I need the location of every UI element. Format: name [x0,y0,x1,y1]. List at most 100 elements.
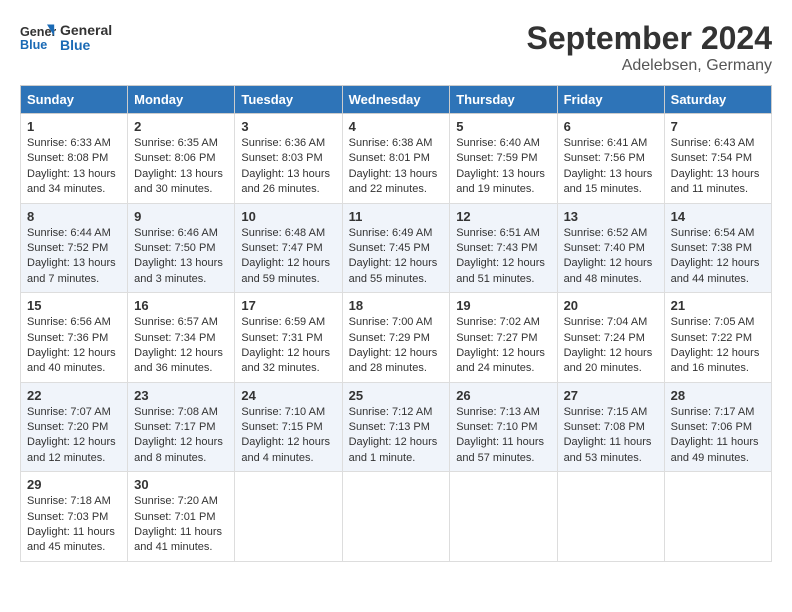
day-info: Sunrise: 6:57 AM Sunset: 7:34 PM Dayligh… [134,315,228,377]
daylight-text: Daylight: 13 hours and 15 minutes. [564,168,653,195]
sunset-text: Sunset: 7:10 PM [456,421,537,433]
sunset-text: Sunset: 7:54 PM [671,152,752,164]
daylight-text: Daylight: 12 hours and 24 minutes. [456,347,545,374]
sunset-text: Sunset: 8:01 PM [349,152,430,164]
day-info: Sunrise: 7:04 AM Sunset: 7:24 PM Dayligh… [564,315,658,377]
day-info: Sunrise: 7:15 AM Sunset: 7:08 PM Dayligh… [564,405,658,467]
daylight-text: Daylight: 12 hours and 4 minutes. [241,436,330,463]
day-info: Sunrise: 6:51 AM Sunset: 7:43 PM Dayligh… [456,226,550,288]
day-info: Sunrise: 6:43 AM Sunset: 7:54 PM Dayligh… [671,136,765,198]
day-number: 14 [671,209,765,224]
sunset-text: Sunset: 7:24 PM [564,332,645,344]
sunrise-text: Sunrise: 7:12 AM [349,406,433,418]
day-info: Sunrise: 7:12 AM Sunset: 7:13 PM Dayligh… [349,405,444,467]
day-number: 23 [134,388,228,403]
sunset-text: Sunset: 7:01 PM [134,511,215,523]
calendar-cell: 24 Sunrise: 7:10 AM Sunset: 7:15 PM Dayl… [235,382,342,472]
daylight-text: Daylight: 11 hours and 41 minutes. [134,526,222,553]
calendar-cell [450,472,557,562]
day-number: 25 [349,388,444,403]
sunrise-text: Sunrise: 6:44 AM [27,227,111,239]
day-number: 11 [349,209,444,224]
sunrise-text: Sunrise: 7:20 AM [134,495,218,507]
sunset-text: Sunset: 7:17 PM [134,421,215,433]
calendar-cell: 28 Sunrise: 7:17 AM Sunset: 7:06 PM Dayl… [664,382,771,472]
calendar-cell: 11 Sunrise: 6:49 AM Sunset: 7:45 PM Dayl… [342,203,450,293]
day-info: Sunrise: 6:49 AM Sunset: 7:45 PM Dayligh… [349,226,444,288]
sunrise-text: Sunrise: 7:07 AM [27,406,111,418]
sunrise-text: Sunrise: 6:57 AM [134,316,218,328]
day-info: Sunrise: 6:33 AM Sunset: 8:08 PM Dayligh… [27,136,121,198]
sunrise-text: Sunrise: 6:59 AM [241,316,325,328]
day-number: 29 [27,477,121,492]
day-info: Sunrise: 7:00 AM Sunset: 7:29 PM Dayligh… [349,315,444,377]
day-number: 18 [349,298,444,313]
day-number: 15 [27,298,121,313]
sunrise-text: Sunrise: 7:00 AM [349,316,433,328]
calendar-title-block: September 2024 Adelebsen, Germany [527,20,772,75]
daylight-text: Daylight: 12 hours and 55 minutes. [349,257,438,284]
day-number: 19 [456,298,550,313]
daylight-text: Daylight: 12 hours and 51 minutes. [456,257,545,284]
calendar-cell: 27 Sunrise: 7:15 AM Sunset: 7:08 PM Dayl… [557,382,664,472]
sunrise-text: Sunrise: 6:49 AM [349,227,433,239]
sunset-text: Sunset: 7:56 PM [564,152,645,164]
daylight-text: Daylight: 12 hours and 8 minutes. [134,436,223,463]
sunset-text: Sunset: 7:36 PM [27,332,108,344]
page-header: General Blue General Blue September 2024… [20,20,772,75]
calendar-week-row: 22 Sunrise: 7:07 AM Sunset: 7:20 PM Dayl… [21,382,772,472]
daylight-text: Daylight: 12 hours and 40 minutes. [27,347,116,374]
day-info: Sunrise: 6:41 AM Sunset: 7:56 PM Dayligh… [564,136,658,198]
sunrise-text: Sunrise: 7:04 AM [564,316,648,328]
day-info: Sunrise: 7:20 AM Sunset: 7:01 PM Dayligh… [134,494,228,556]
sunrise-text: Sunrise: 6:51 AM [456,227,540,239]
daylight-text: Daylight: 12 hours and 36 minutes. [134,347,223,374]
calendar-week-row: 1 Sunrise: 6:33 AM Sunset: 8:08 PM Dayli… [21,114,772,204]
sunrise-text: Sunrise: 7:02 AM [456,316,540,328]
day-number: 3 [241,119,335,134]
day-number: 12 [456,209,550,224]
sunset-text: Sunset: 7:34 PM [134,332,215,344]
calendar-cell: 25 Sunrise: 7:12 AM Sunset: 7:13 PM Dayl… [342,382,450,472]
sunrise-text: Sunrise: 7:05 AM [671,316,755,328]
day-info: Sunrise: 7:18 AM Sunset: 7:03 PM Dayligh… [27,494,121,556]
calendar-cell: 23 Sunrise: 7:08 AM Sunset: 7:17 PM Dayl… [128,382,235,472]
col-tuesday: Tuesday [235,86,342,114]
calendar-week-row: 29 Sunrise: 7:18 AM Sunset: 7:03 PM Dayl… [21,472,772,562]
daylight-text: Daylight: 12 hours and 20 minutes. [564,347,653,374]
day-number: 10 [241,209,335,224]
sunset-text: Sunset: 7:40 PM [564,242,645,254]
sunrise-text: Sunrise: 6:35 AM [134,137,218,149]
sunrise-text: Sunrise: 6:43 AM [671,137,755,149]
day-number: 7 [671,119,765,134]
calendar-cell: 16 Sunrise: 6:57 AM Sunset: 7:34 PM Dayl… [128,293,235,383]
daylight-text: Daylight: 12 hours and 1 minute. [349,436,438,463]
calendar-cell: 13 Sunrise: 6:52 AM Sunset: 7:40 PM Dayl… [557,203,664,293]
day-info: Sunrise: 7:07 AM Sunset: 7:20 PM Dayligh… [27,405,121,467]
day-info: Sunrise: 6:52 AM Sunset: 7:40 PM Dayligh… [564,226,658,288]
day-number: 16 [134,298,228,313]
day-info: Sunrise: 7:02 AM Sunset: 7:27 PM Dayligh… [456,315,550,377]
col-wednesday: Wednesday [342,86,450,114]
day-info: Sunrise: 6:48 AM Sunset: 7:47 PM Dayligh… [241,226,335,288]
sunset-text: Sunset: 7:52 PM [27,242,108,254]
calendar-cell: 12 Sunrise: 6:51 AM Sunset: 7:43 PM Dayl… [450,203,557,293]
daylight-text: Daylight: 12 hours and 12 minutes. [27,436,116,463]
daylight-text: Daylight: 13 hours and 3 minutes. [134,257,223,284]
daylight-text: Daylight: 11 hours and 45 minutes. [27,526,115,553]
day-number: 2 [134,119,228,134]
day-number: 17 [241,298,335,313]
calendar-cell: 6 Sunrise: 6:41 AM Sunset: 7:56 PM Dayli… [557,114,664,204]
sunrise-text: Sunrise: 7:15 AM [564,406,648,418]
calendar-cell: 29 Sunrise: 7:18 AM Sunset: 7:03 PM Dayl… [21,472,128,562]
calendar-week-row: 8 Sunrise: 6:44 AM Sunset: 7:52 PM Dayli… [21,203,772,293]
day-number: 5 [456,119,550,134]
sunset-text: Sunset: 7:03 PM [27,511,108,523]
day-info: Sunrise: 7:05 AM Sunset: 7:22 PM Dayligh… [671,315,765,377]
day-number: 8 [27,209,121,224]
logo-text-blue: Blue [60,38,112,53]
calendar-cell: 1 Sunrise: 6:33 AM Sunset: 8:08 PM Dayli… [21,114,128,204]
calendar-cell: 20 Sunrise: 7:04 AM Sunset: 7:24 PM Dayl… [557,293,664,383]
daylight-text: Daylight: 12 hours and 32 minutes. [241,347,330,374]
calendar-header-row: Sunday Monday Tuesday Wednesday Thursday… [21,86,772,114]
